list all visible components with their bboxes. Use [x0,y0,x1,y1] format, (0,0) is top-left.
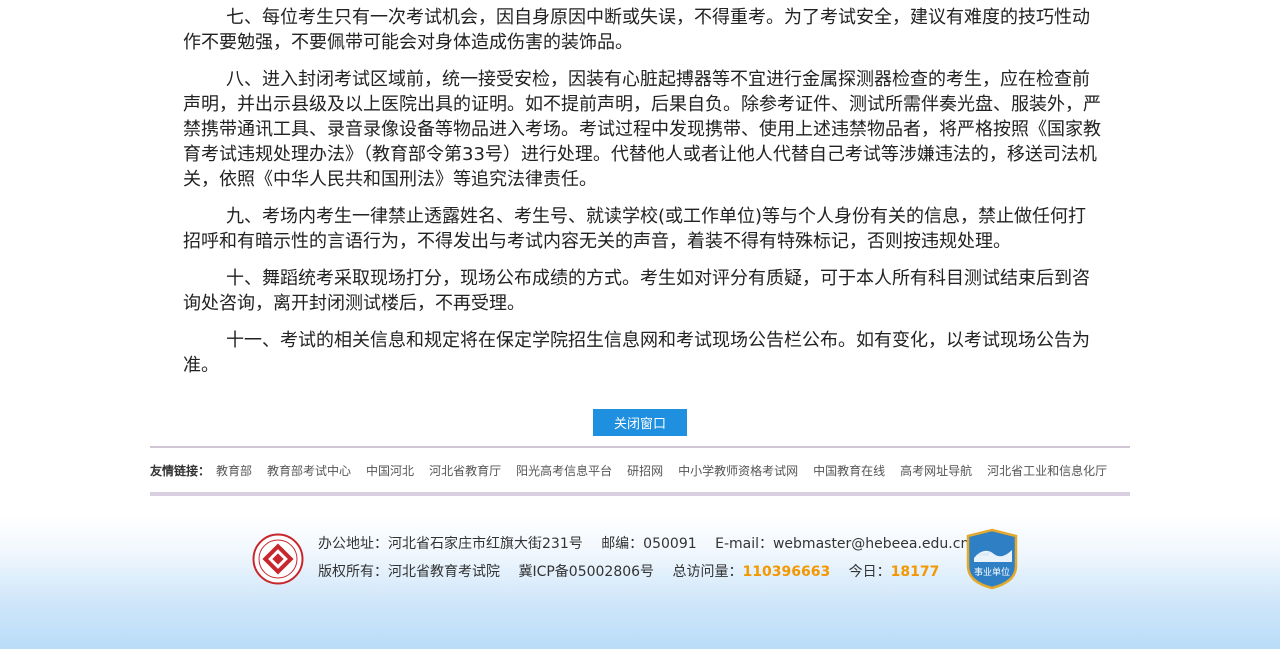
link-moe[interactable]: 教育部 [216,462,252,479]
close-window-button[interactable]: 关闭窗口 [593,409,687,436]
badge-text: 事业单位 [974,566,1010,578]
notice-paragraph-11: 十一、考试的相关信息和规定将在保定学院招生信息网和考试现场公告栏公布。如有变化，… [183,330,1090,376]
link-eol[interactable]: 中国教育在线 [813,462,885,479]
footer-postcode: 邮编：050091 [601,536,697,552]
footer-info: 办公地址：河北省石家庄市红旗大街231号 邮编：050091 E-mail：we… [318,534,983,590]
today-label: 今日： [848,564,891,580]
notice-content: 七、每位考生只有一次考试机会，因自身原因中断或失误，不得重考。为了考试安全，建议… [183,5,1103,390]
site-footer: 办公地址：河北省石家庄市红旗大街231号 邮编：050091 E-mail：we… [0,516,1280,649]
friendly-links-bar: 友情链接： 教育部 教育部考试中心 中国河北 河北省教育厅 阳光高考信息平台 研… [150,446,1130,496]
link-teacher-cert[interactable]: 中小学教师资格考试网 [678,462,798,479]
friendly-links-label: 友情链接： [150,463,211,478]
visits-label: 总访问量： [672,564,743,580]
close-button-wrap: 关闭窗口 [593,409,687,436]
today-count: 18177 [890,564,940,580]
link-yanzhao[interactable]: 研招网 [627,462,663,479]
hebeea-logo-icon [252,533,304,585]
footer-email: E-mail：webmaster@hebeea.edu.cn [715,536,970,552]
notice-paragraph-7: 七、每位考生只有一次考试机会，因自身原因中断或失误，不得重考。为了考试安全，建议… [183,7,1090,53]
notice-paragraph-9: 九、考场内考生一律禁止透露姓名、考生号、就读学校(或工作单位)等与个人身份有关的… [183,206,1087,252]
footer-line-2: 版权所有：河北省教育考试院 冀ICP备05002806号 总访问量：110396… [318,562,983,590]
footer-today: 今日：18177 [849,564,940,580]
footer-copyright: 版权所有：河北省教育考试院 [318,564,500,580]
footer-icp[interactable]: 冀ICP备05002806号 [518,564,654,580]
link-gaokao-platform[interactable]: 阳光高考信息平台 [516,462,612,479]
footer-line-1: 办公地址：河北省石家庄市红旗大街231号 邮编：050091 E-mail：we… [318,534,983,562]
link-hebei-miit[interactable]: 河北省工业和信息化厅 [987,462,1107,479]
footer-address: 办公地址：河北省石家庄市红旗大街231号 [318,536,583,552]
link-china-hebei[interactable]: 中国河北 [366,462,414,479]
public-institution-badge-icon[interactable]: 事业单位 [966,528,1018,590]
notice-paragraph-10: 十、舞蹈统考采取现场打分，现场公布成绩的方式。考生如对评分有质疑，可于本人所有科… [183,268,1090,314]
link-hebei-edu-dept[interactable]: 河北省教育厅 [429,462,501,479]
footer-visits: 总访问量：110396663 [673,564,831,580]
notice-paragraph-8: 八、进入封闭考试区域前，统一接受安检，因装有心脏起搏器等不宜进行金属探测器检查的… [183,69,1101,190]
link-neea[interactable]: 教育部考试中心 [267,462,351,479]
link-gaokao-nav[interactable]: 高考网址导航 [900,462,972,479]
visits-count: 110396663 [742,564,831,580]
